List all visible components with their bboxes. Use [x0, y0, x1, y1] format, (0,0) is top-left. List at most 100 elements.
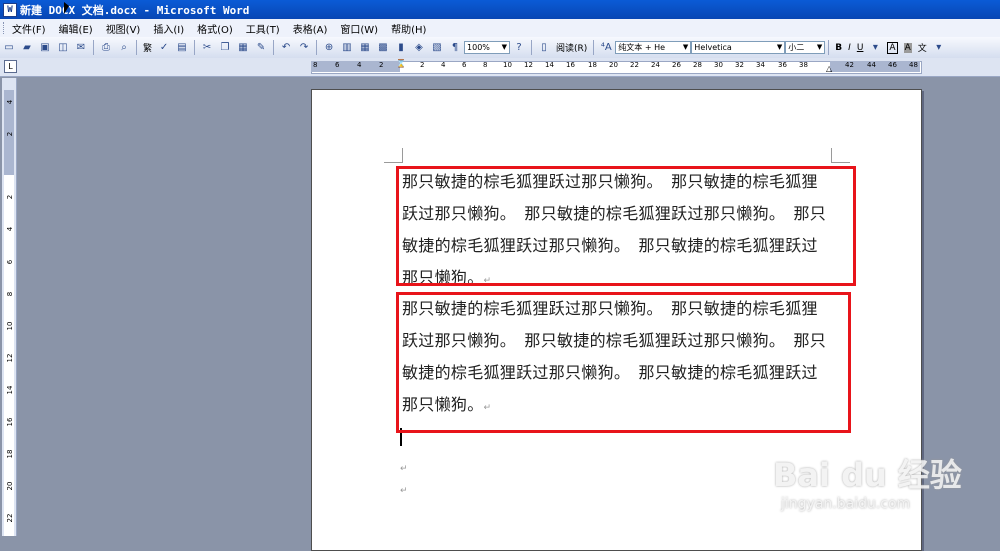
- menu-grip[interactable]: [3, 22, 7, 34]
- ruler-tick: 8: [483, 61, 488, 69]
- menu-edit[interactable]: 编辑(E): [59, 21, 93, 36]
- ruler-tick: 20: [609, 61, 618, 69]
- read-mode-icon: ▯: [541, 42, 547, 53]
- chevron-down-icon: ▼: [682, 43, 689, 51]
- font-value: Helvetica: [694, 43, 732, 52]
- toolbar-separator: [194, 40, 196, 55]
- toolbar-separator: [316, 40, 318, 55]
- window-title: 新建 DOCX 文档.docx - Microsoft Word: [20, 3, 250, 17]
- ruler-tick: 24: [651, 61, 660, 69]
- ruler-tick: 46: [888, 61, 897, 69]
- ruler-tick: 8: [313, 61, 318, 69]
- new-document-icon[interactable]: ▭: [2, 41, 16, 55]
- read-mode-button[interactable]: 阅读(R): [556, 41, 587, 54]
- redo-icon[interactable]: ↷: [297, 41, 311, 55]
- spelling-icon[interactable]: ✓: [157, 41, 171, 55]
- open-folder-icon[interactable]: ▰: [20, 41, 34, 55]
- italic-button[interactable]: I: [848, 43, 851, 53]
- help-icon[interactable]: ?: [512, 41, 526, 55]
- watermark-brand: Bai du 经验: [773, 456, 962, 494]
- menu-view[interactable]: 视图(V): [106, 21, 141, 36]
- ruler-tick: 4: [357, 61, 362, 69]
- ruler-tick: 14: [6, 385, 14, 395]
- show-hide-icon[interactable]: ¶: [448, 41, 462, 55]
- hyperlink-icon[interactable]: ⊕: [322, 41, 336, 55]
- permission-icon[interactable]: ◫: [56, 41, 70, 55]
- mouse-pointer-icon: [64, 2, 69, 14]
- format-painter-icon[interactable]: ✎: [254, 41, 268, 55]
- ruler-tick: 2: [6, 131, 14, 137]
- ruler-tick: 4: [441, 61, 446, 69]
- columns-icon[interactable]: ▮: [394, 41, 408, 55]
- tables-borders-icon[interactable]: ▥: [340, 41, 354, 55]
- bold-button[interactable]: B: [835, 43, 842, 53]
- ruler-tick: 38: [799, 61, 808, 69]
- zoom-select[interactable]: 100% ▼: [464, 41, 511, 54]
- save-icon[interactable]: ▣: [38, 41, 52, 55]
- chevron-down-icon: ▼: [776, 43, 783, 51]
- font-size-select[interactable]: 小二 ▼: [785, 41, 826, 54]
- document-map-icon[interactable]: ▧: [430, 41, 444, 55]
- ruler-tick: 22: [6, 513, 14, 523]
- chevron-down-icon[interactable]: ▾: [868, 41, 882, 55]
- menu-tools[interactable]: 工具(T): [246, 21, 280, 36]
- style-value: 纯文本 + He: [618, 43, 666, 52]
- toolbar-separator: [136, 40, 137, 55]
- right-indent-handle-icon[interactable]: △: [826, 64, 832, 73]
- ruler-tick: 32: [735, 61, 744, 69]
- print-preview-icon[interactable]: ⌕: [117, 41, 131, 55]
- traditional-chinese-button[interactable]: 繁: [143, 41, 152, 54]
- zoom-value: 100%: [467, 43, 490, 52]
- email-icon[interactable]: ✉: [74, 41, 88, 55]
- ruler-tick: 6: [335, 61, 340, 69]
- undo-icon[interactable]: ↶: [279, 41, 293, 55]
- insert-table-icon[interactable]: ▦: [358, 41, 372, 55]
- toolbar-separator: [531, 40, 533, 55]
- chevron-down-icon[interactable]: ▾: [932, 41, 946, 55]
- print-icon[interactable]: ⎙: [99, 41, 113, 55]
- ruler-left-margin: [311, 61, 400, 72]
- research-icon[interactable]: ▤: [175, 41, 189, 55]
- ruler-tick: 26: [672, 61, 681, 69]
- ruler-tick: 48: [909, 61, 918, 69]
- underline-button[interactable]: U: [857, 43, 864, 53]
- ruler-tick: 34: [756, 61, 765, 69]
- vertical-ruler[interactable]: 4 2 2 4 6 8 10 12 14 16 18 20 22: [2, 78, 17, 536]
- toolbar-separator: [93, 40, 94, 55]
- highlight-box-paragraph-1: [396, 166, 856, 286]
- paragraph-mark-icon: ↵: [400, 464, 408, 474]
- menu-bar: 文件(F) 编辑(E) 视图(V) 插入(I) 格式(O) 工具(T) 表格(A…: [0, 19, 1000, 38]
- ruler-tick: 4: [6, 226, 14, 232]
- menu-file[interactable]: 文件(F): [12, 21, 46, 36]
- crop-mark-top-right: [831, 148, 850, 163]
- word-doc-icon[interactable]: W: [3, 2, 17, 17]
- styles-pane-icon[interactable]: ⁴A: [599, 41, 613, 55]
- menu-format[interactable]: 格式(O): [197, 21, 233, 36]
- menu-help[interactable]: 帮助(H): [391, 21, 426, 36]
- menu-insert[interactable]: 插入(I): [153, 21, 184, 36]
- crop-mark-top-left: [384, 148, 403, 163]
- ruler-tick: 2: [420, 61, 425, 69]
- ruler-tick: 6: [6, 259, 14, 265]
- horizontal-ruler[interactable]: L 8 6 4 2 2 4 6 8 10 12 14 16 18 20 22 2…: [0, 58, 1000, 77]
- ruler-tick: 28: [693, 61, 702, 69]
- ruler-tick: 2: [379, 61, 384, 69]
- style-select[interactable]: 纯文本 + He ▼: [615, 41, 692, 54]
- first-line-indent-handle-icon[interactable]: ⌛: [396, 59, 406, 68]
- tab-selector[interactable]: L: [4, 60, 17, 73]
- char-shading-button[interactable]: A: [903, 42, 912, 53]
- menu-window[interactable]: 窗口(W): [340, 21, 378, 36]
- menu-table[interactable]: 表格(A): [293, 21, 328, 36]
- char-border-button[interactable]: A: [887, 41, 898, 54]
- standard-toolbar: ▭ ▰ ▣ ◫ ✉ ⎙ ⌕ 繁 ✓ ▤ ✂ ❐ ▦ ✎ ↶ ↷ ⊕ ▥ ▦ ▩ …: [0, 37, 1000, 59]
- ruler-tick: 14: [545, 61, 554, 69]
- copy-icon[interactable]: ❐: [218, 41, 232, 55]
- font-select[interactable]: Helvetica ▼: [691, 41, 786, 54]
- watermark-url: jingyan.baidu.com: [781, 496, 911, 512]
- paste-icon[interactable]: ▦: [236, 41, 250, 55]
- drawing-icon[interactable]: ◈: [412, 41, 426, 55]
- phonetic-guide-button[interactable]: 文: [918, 41, 927, 54]
- insert-excel-icon[interactable]: ▩: [376, 41, 390, 55]
- ruler-tick: 16: [566, 61, 575, 69]
- cut-icon[interactable]: ✂: [200, 41, 214, 55]
